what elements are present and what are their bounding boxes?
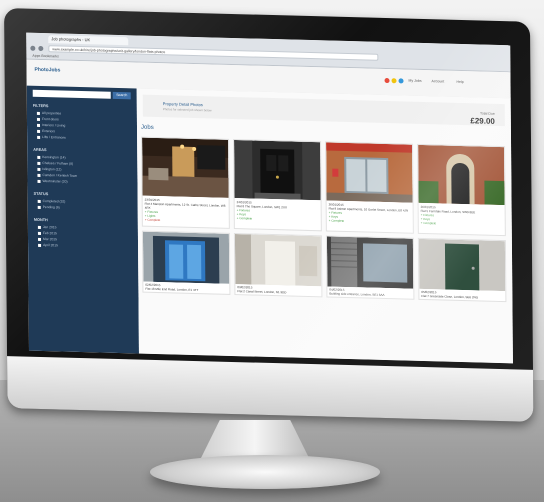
job-card[interactable]: 26/01/2015 Flat 5 Ferndale Road, London,… xyxy=(417,143,506,237)
address-bar[interactable]: www.example.co.uk/hire/job-photographs/u… xyxy=(48,45,379,61)
sidebar-item-area[interactable]: Westminster (20) xyxy=(37,179,67,184)
job-photo[interactable] xyxy=(326,236,414,289)
job-caption: 26/01/2015 Flat 9 Ashton Apartments, 10 … xyxy=(329,203,411,225)
main-content: Property Detail Photos Photos for select… xyxy=(136,88,513,364)
job-card[interactable]: 24/01/2015 Flat 8 The Square, London, SW… xyxy=(233,139,322,232)
job-photo[interactable] xyxy=(418,144,505,206)
monitor: Job photographs - UK www.example.co.uk/h… xyxy=(4,8,544,454)
job-photo[interactable] xyxy=(142,137,229,198)
browser-tab[interactable]: Job photographs - UK xyxy=(48,35,129,46)
job-title[interactable]: Building side entrance, London, SE1 3AA xyxy=(329,292,411,298)
job-card[interactable]: 02/02/2015 Flat 18 Mile End Road, London… xyxy=(141,230,231,295)
status-heading: STATUS xyxy=(33,191,49,197)
job-photo[interactable] xyxy=(234,234,322,287)
job-title[interactable]: Flat 18 Mile End Road, London, E1 4TT xyxy=(145,287,227,293)
job-line: + Complete xyxy=(328,218,345,223)
search-input[interactable] xyxy=(32,89,111,99)
job-card[interactable]: 05/02/2015 Flat 7 Greenside Close, Londo… xyxy=(417,237,507,303)
job-line: + Complete xyxy=(236,216,253,221)
job-line: + Complete xyxy=(420,220,437,226)
sidebar-item-month[interactable]: April 2015 xyxy=(38,243,58,247)
property-header: Property Detail Photos Photos for select… xyxy=(142,94,505,127)
property-subtitle: Photos for selected job shown below xyxy=(162,107,212,113)
sidebar-item-status[interactable]: Pending (6) xyxy=(38,205,60,209)
areas-heading: AREAS xyxy=(33,147,47,153)
sidebar-item-month[interactable]: Jan 2015 xyxy=(38,225,57,229)
star-icon[interactable] xyxy=(391,78,397,84)
job-card[interactable]: 26/01/2015 Flat 9 Ashton Apartments, 10 … xyxy=(325,141,414,234)
top-link-account[interactable]: Account xyxy=(432,79,445,83)
app-logo[interactable]: PhotoJobs xyxy=(35,67,61,74)
filters-heading: FILTERS xyxy=(32,103,49,109)
job-caption: 02/02/2015 Flat 18 Mile End Road, London… xyxy=(145,283,227,293)
sidebar-item-filter[interactable]: Interiors / Living xyxy=(37,123,65,128)
job-photo[interactable] xyxy=(418,238,506,292)
section-title: Jobs xyxy=(140,124,154,131)
sidebar-item-area[interactable]: Chelsea / Fulham (8) xyxy=(37,161,73,166)
job-line: + Complete xyxy=(144,217,161,223)
month-heading: MONTH xyxy=(33,217,48,223)
bookmarks-bar[interactable]: Apps Bookmarks xyxy=(32,54,59,59)
job-photo[interactable] xyxy=(326,142,413,203)
sidebar-item-area[interactable]: Islington (12) xyxy=(37,167,61,172)
job-caption: 23/01/2015 Flat 4 Mansion Apartments, 12… xyxy=(145,198,227,224)
notification-icon[interactable] xyxy=(384,77,390,84)
sidebar-item-month[interactable]: Feb 2015 xyxy=(38,231,57,235)
job-caption: 05/02/2015 Flat 7 Greenside Close, Londo… xyxy=(421,290,503,300)
user-icon[interactable] xyxy=(398,78,404,84)
forward-icon[interactable] xyxy=(38,45,44,52)
sidebar-item-status[interactable]: Completed (32) xyxy=(38,199,66,204)
job-caption: 04/02/2015 Building side entrance, Londo… xyxy=(329,288,411,298)
back-icon[interactable] xyxy=(30,45,36,51)
job-title[interactable]: Flat 7 Greenside Close, London, SE6 2NG xyxy=(421,294,503,300)
sidebar-item-filter[interactable]: Exteriors xyxy=(37,129,55,133)
top-link-help[interactable]: Help xyxy=(457,80,464,84)
job-caption: 03/02/2015 Flat 2 Canal Street, London, … xyxy=(237,285,319,295)
search-button[interactable]: Search xyxy=(112,91,131,100)
sidebar-item-filter[interactable]: Lifts / Entrances xyxy=(37,135,66,140)
sidebar-item-area[interactable]: Kensington (14) xyxy=(37,155,65,160)
sidebar-item-filter[interactable]: All properties xyxy=(37,111,61,116)
job-photo[interactable] xyxy=(142,231,230,284)
sidebar-item-filter[interactable]: Front doors xyxy=(37,117,59,121)
top-link-jobs[interactable]: My Jobs xyxy=(409,79,422,83)
job-photo[interactable] xyxy=(234,140,321,201)
screen: Job photographs - UK www.example.co.uk/h… xyxy=(26,32,513,364)
price-value: £29.00 xyxy=(470,116,495,126)
sidebar-item-month[interactable]: Mar 2015 xyxy=(38,237,57,241)
job-title[interactable]: Flat 2 Canal Street, London, N1 9DD xyxy=(237,289,319,295)
job-card[interactable]: 23/01/2015 Flat 4 Mansion Apartments, 12… xyxy=(141,136,230,229)
job-caption: 26/01/2015 Flat 5 Ferndale Road, London,… xyxy=(421,205,503,227)
sidebar: Search FILTERS All properties Front door… xyxy=(26,85,139,354)
sidebar-item-area[interactable]: Camden / Kentish Town xyxy=(37,173,77,178)
job-card[interactable]: 03/02/2015 Flat 2 Canal Street, London, … xyxy=(233,233,323,298)
price-label: Total Due xyxy=(479,111,495,116)
property-title[interactable]: Property Detail Photos xyxy=(163,101,203,107)
job-card[interactable]: 04/02/2015 Building side entrance, Londo… xyxy=(325,235,415,300)
monitor-stand-base xyxy=(150,455,380,489)
job-caption: 24/01/2015 Flat 8 The Square, London, SW… xyxy=(237,200,319,222)
